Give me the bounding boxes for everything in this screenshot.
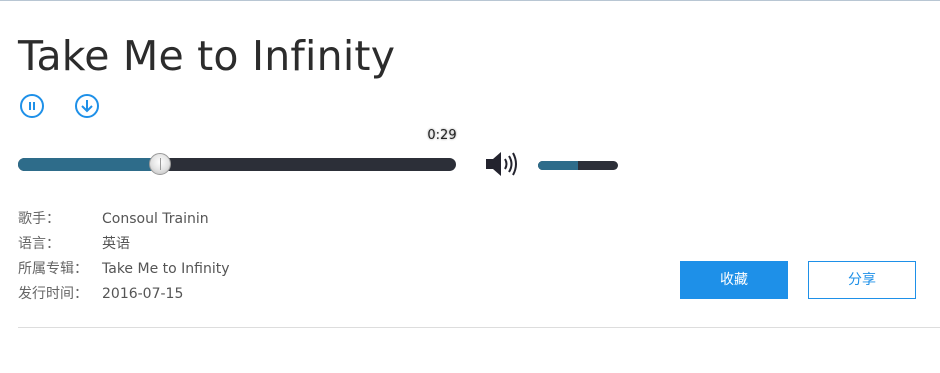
release-date-label: 发行时间：	[18, 286, 88, 302]
download-button[interactable]	[75, 94, 99, 118]
top-border	[0, 0, 940, 1]
info-row-singer: 歌手： Consoul Trainin	[18, 208, 209, 228]
info-row-album: 所属专辑： Take Me to Infinity	[18, 258, 230, 278]
current-time: 0:29	[427, 128, 457, 143]
share-button[interactable]: 分享	[808, 261, 916, 299]
pause-button[interactable]	[20, 94, 44, 118]
info-row-language: 语言： 英语	[18, 233, 130, 253]
singer-value: Consoul Trainin	[102, 211, 209, 227]
info-row-release-date: 发行时间： 2016-07-15	[18, 283, 183, 303]
pause-icon	[29, 102, 35, 110]
divider	[18, 327, 940, 328]
collect-button[interactable]: 收藏	[680, 261, 788, 299]
thumb-grip	[159, 158, 161, 170]
progress-bar[interactable]	[18, 153, 456, 175]
volume-fill	[538, 161, 578, 170]
volume-slider[interactable]	[538, 161, 618, 170]
speaker-icon	[486, 152, 517, 176]
language-label: 语言：	[18, 236, 60, 252]
progress-thumb[interactable]	[148, 153, 171, 175]
album-value: Take Me to Infinity	[102, 261, 230, 277]
release-date-value: 2016-07-15	[102, 286, 184, 302]
volume-button[interactable]	[484, 148, 520, 184]
language-value: 英语	[102, 236, 130, 252]
singer-label: 歌手：	[18, 211, 60, 227]
progress-fill	[18, 158, 160, 171]
download-icon	[81, 100, 93, 113]
album-label: 所属专辑：	[18, 261, 88, 277]
song-title: Take Me to Infinity	[18, 32, 396, 80]
